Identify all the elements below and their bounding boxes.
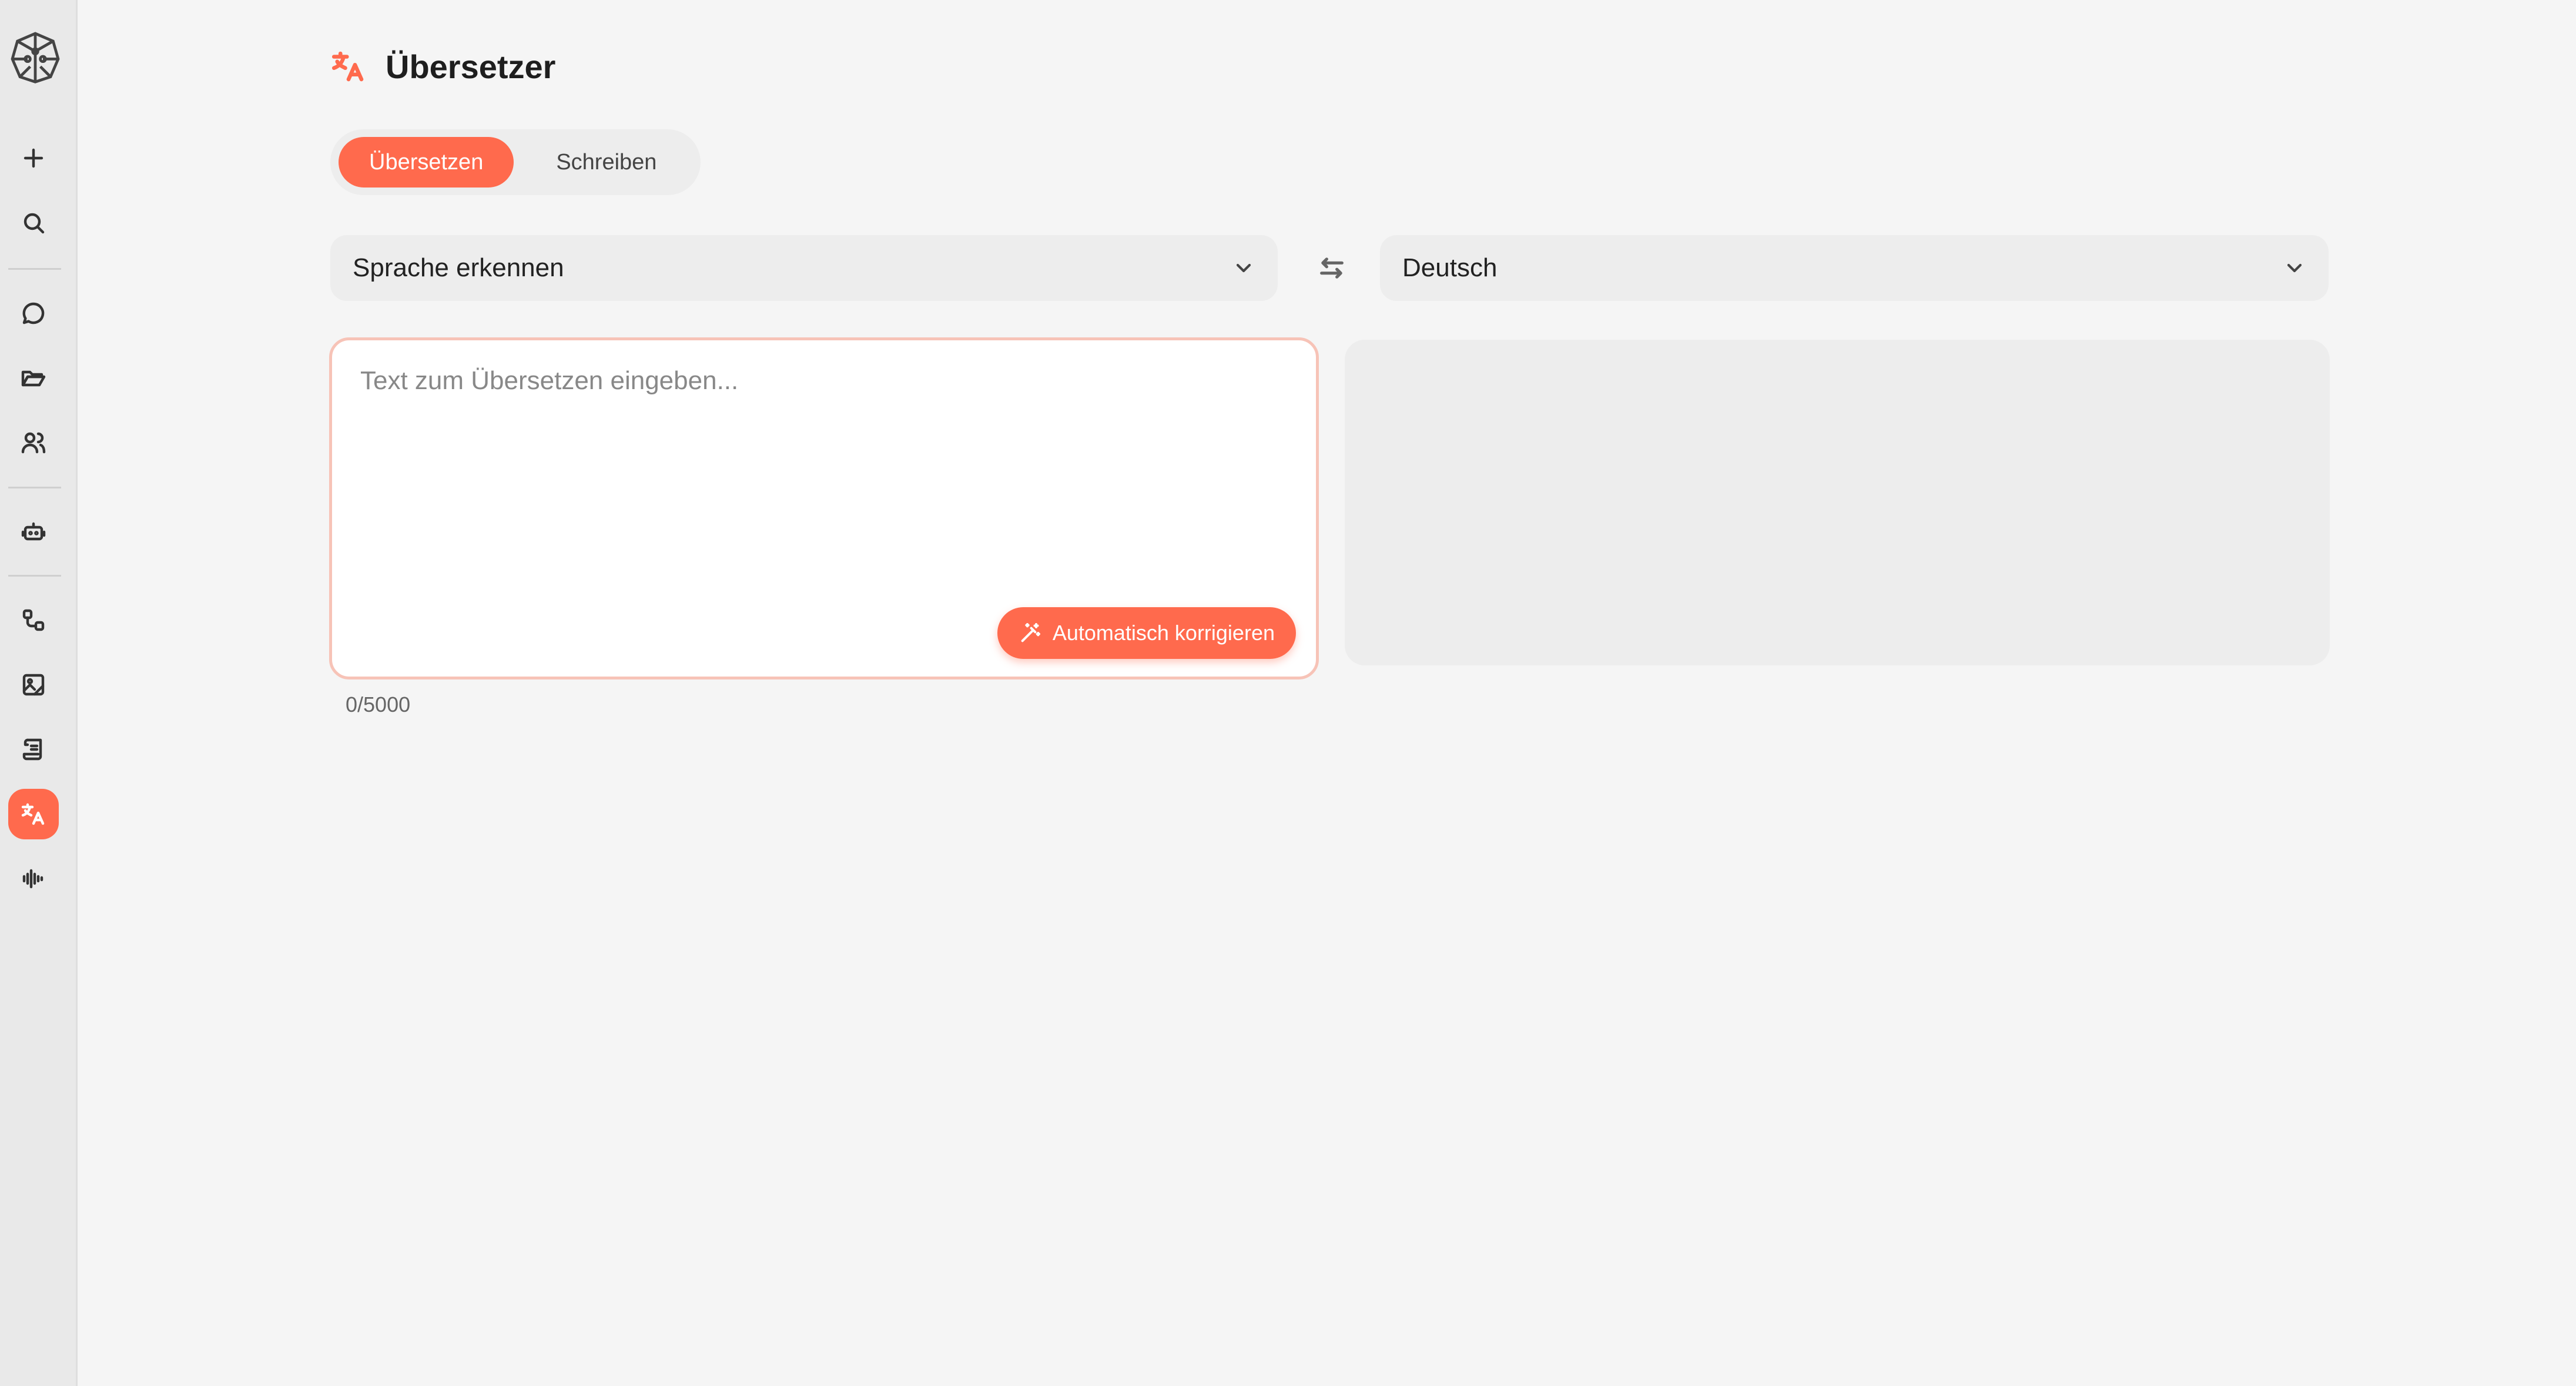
sidebar-item-documents[interactable] (8, 724, 59, 775)
target-language-value: Deutsch (1402, 253, 1498, 282)
source-language-select[interactable]: Sprache erkennen (330, 235, 1278, 301)
sidebar-divider (8, 575, 61, 577)
translate-icon (21, 803, 45, 825)
document-scroll-icon (22, 738, 42, 761)
sidebar-item-image-gen[interactable] (8, 659, 59, 710)
swap-arrows-icon (1320, 257, 1344, 279)
autocorrect-label: Automatisch korrigieren (1052, 621, 1275, 645)
plus-icon (24, 148, 43, 168)
chevron-down-icon (1236, 263, 1251, 273)
chat-bubble-icon (22, 302, 45, 324)
page-title-text: Übersetzer (386, 48, 556, 85)
robot-icon (21, 522, 46, 541)
search-icon (24, 213, 45, 234)
sidebar-item-chat[interactable] (8, 288, 59, 339)
swap-languages-button[interactable] (1313, 249, 1351, 287)
character-counter: 0/5000 (346, 692, 411, 717)
users-icon (21, 432, 46, 454)
image-edit-icon (22, 674, 45, 696)
sidebar-item-new[interactable] (8, 133, 59, 183)
chevron-down-icon (2287, 263, 2302, 273)
sidebar-item-audio[interactable] (8, 853, 59, 904)
audio-wave-icon (22, 869, 43, 889)
tab-translate[interactable]: Übersetzen (339, 137, 514, 188)
magic-wand-icon (1021, 623, 1040, 642)
target-language-select[interactable]: Deutsch (1380, 235, 2329, 301)
sidebar-item-folders[interactable] (8, 353, 59, 403)
sidebar-item-assistant[interactable] (8, 507, 59, 557)
sidebar-item-users[interactable] (8, 417, 59, 468)
autocorrect-button[interactable]: Automatisch korrigieren (997, 607, 1296, 659)
sidebar-item-search[interactable] (8, 197, 59, 248)
sidebar-divider (8, 487, 61, 488)
workflow-icon (22, 609, 45, 631)
source-text-panel: Automatisch korrigieren (329, 337, 1319, 679)
sidebar-item-translator[interactable] (8, 789, 59, 839)
page-title: Übersetzer (329, 47, 555, 86)
sidebar-item-workflows[interactable] (8, 595, 59, 645)
source-language-value: Sprache erkennen (353, 253, 564, 282)
mode-tabs: Übersetzen Schreiben (330, 129, 701, 195)
folder-open-icon (21, 370, 46, 387)
translation-output-panel (1345, 340, 2330, 665)
translate-icon (331, 51, 364, 82)
source-text-input[interactable] (360, 366, 1277, 590)
tab-write[interactable]: Schreiben (525, 137, 687, 188)
sidebar-divider (8, 268, 61, 270)
sidebar (0, 0, 78, 1386)
brain-logo-icon[interactable] (5, 26, 66, 87)
